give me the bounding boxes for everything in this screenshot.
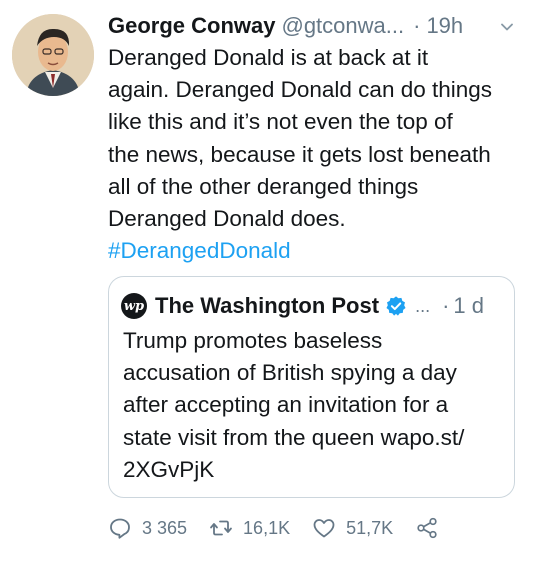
avatar[interactable] xyxy=(12,14,94,96)
separator-dot: · xyxy=(413,13,421,38)
washington-post-logo: wp xyxy=(121,293,147,319)
tweet-text-line: like this and it’s not even the top of xyxy=(108,109,453,135)
tweet-text-line: Deranged Donald is at back at it xyxy=(108,45,429,70)
verified-badge-icon xyxy=(386,296,406,316)
reply-icon xyxy=(110,518,130,539)
tweet-text-line: the news, because it gets lost beneath xyxy=(108,141,491,167)
separator-dot: · xyxy=(442,293,450,318)
quoted-timestamp[interactable]: 1 d xyxy=(453,293,484,319)
truncation-ellipsis: ... xyxy=(415,295,431,316)
tweet-header: George Conway @gtconwa... · 19h xyxy=(108,9,519,43)
tweet-text-line: all of the other deranged things xyxy=(108,173,419,199)
share-icon xyxy=(417,517,437,539)
tweet-text: Deranged Donald is at back at it again. … xyxy=(108,42,523,267)
tweet-card[interactable]: George Conway @gtconwa... · 19h Deranged… xyxy=(0,0,533,568)
author-handle[interactable]: @gtconwa... xyxy=(281,13,404,39)
reply-count: 3 365 xyxy=(142,517,188,538)
chevron-down-icon[interactable] xyxy=(499,19,515,35)
quoted-tweet-text: Trump promotes baseless accusation of Br… xyxy=(123,325,508,486)
tweet-actions: 3 365 16,1K 51,7K xyxy=(108,514,528,542)
tweet-text-line: again. Deranged Donald can do things xyxy=(108,77,493,103)
like-button[interactable]: 51,7K xyxy=(312,516,393,540)
reply-button[interactable]: 3 365 xyxy=(108,516,187,540)
author-name[interactable]: George Conway xyxy=(108,13,275,39)
quoted-author-name[interactable]: The Washington Post xyxy=(155,293,379,319)
quoted-text-line: state visit from the queen wapo.st/ xyxy=(123,424,465,450)
quoted-text-line: after accepting an invitation for a xyxy=(123,392,449,418)
retweet-count: 16,1K xyxy=(243,517,291,538)
quoted-text-line: Trump promotes baseless xyxy=(123,328,383,353)
heart-icon xyxy=(313,519,335,538)
avatar-icon xyxy=(12,14,94,96)
retweet-button[interactable]: 16,1K xyxy=(209,516,290,540)
retweet-icon xyxy=(210,520,232,536)
like-count: 51,7K xyxy=(346,517,394,538)
quoted-text-line: 2XGvPjK xyxy=(123,456,215,482)
quoted-tweet-header: wp The Washington Post ... · 1 d xyxy=(121,291,502,321)
hashtag-link[interactable]: #DerangedDonald xyxy=(108,235,523,267)
share-button[interactable] xyxy=(415,516,439,540)
quoted-tweet[interactable]: wp The Washington Post ... · 1 d Trump p… xyxy=(108,276,515,498)
tweet-text-line: Deranged Donald does. xyxy=(108,206,346,232)
tweet-timestamp[interactable]: 19h xyxy=(426,13,463,39)
quoted-text-line: accusation of British spying a day xyxy=(123,360,457,386)
